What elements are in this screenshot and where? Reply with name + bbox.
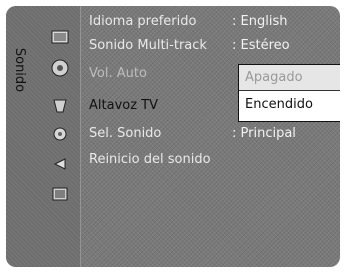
menu-category-label: Sonido xyxy=(12,47,27,93)
menu-row-label: Idioma preferido xyxy=(89,14,197,29)
setup-icon[interactable] xyxy=(51,126,69,142)
menu-row-label: Sel. Sonido xyxy=(89,126,162,141)
menu-row-value: : Principal xyxy=(232,126,296,141)
menu-row-label: Altavoz TV xyxy=(89,98,159,113)
input-icon[interactable] xyxy=(51,156,69,172)
menu-sidebar: Sonido xyxy=(6,6,81,267)
menu-row-label: Reinicio del sonido xyxy=(89,152,211,167)
channel-icon[interactable] xyxy=(51,98,69,114)
menu-row-label: Vol. Auto xyxy=(89,66,147,81)
menu-row-value: : English xyxy=(232,14,288,29)
menu-row-value: : Estéreo xyxy=(232,38,290,53)
application-icon[interactable] xyxy=(51,186,69,202)
menu-row-label: Sonido Multi-track xyxy=(89,38,207,53)
picture-icon[interactable] xyxy=(51,29,69,45)
dropdown-option-encendido[interactable]: Encendido xyxy=(239,92,340,118)
tv-menu-screen: Sonido Idioma preferido : English Sonido… xyxy=(6,6,340,267)
vol-auto-dropdown[interactable]: Apagado Encendido xyxy=(238,64,340,122)
dropdown-option-apagado[interactable]: Apagado xyxy=(239,65,340,91)
sound-icon[interactable] xyxy=(51,59,69,77)
